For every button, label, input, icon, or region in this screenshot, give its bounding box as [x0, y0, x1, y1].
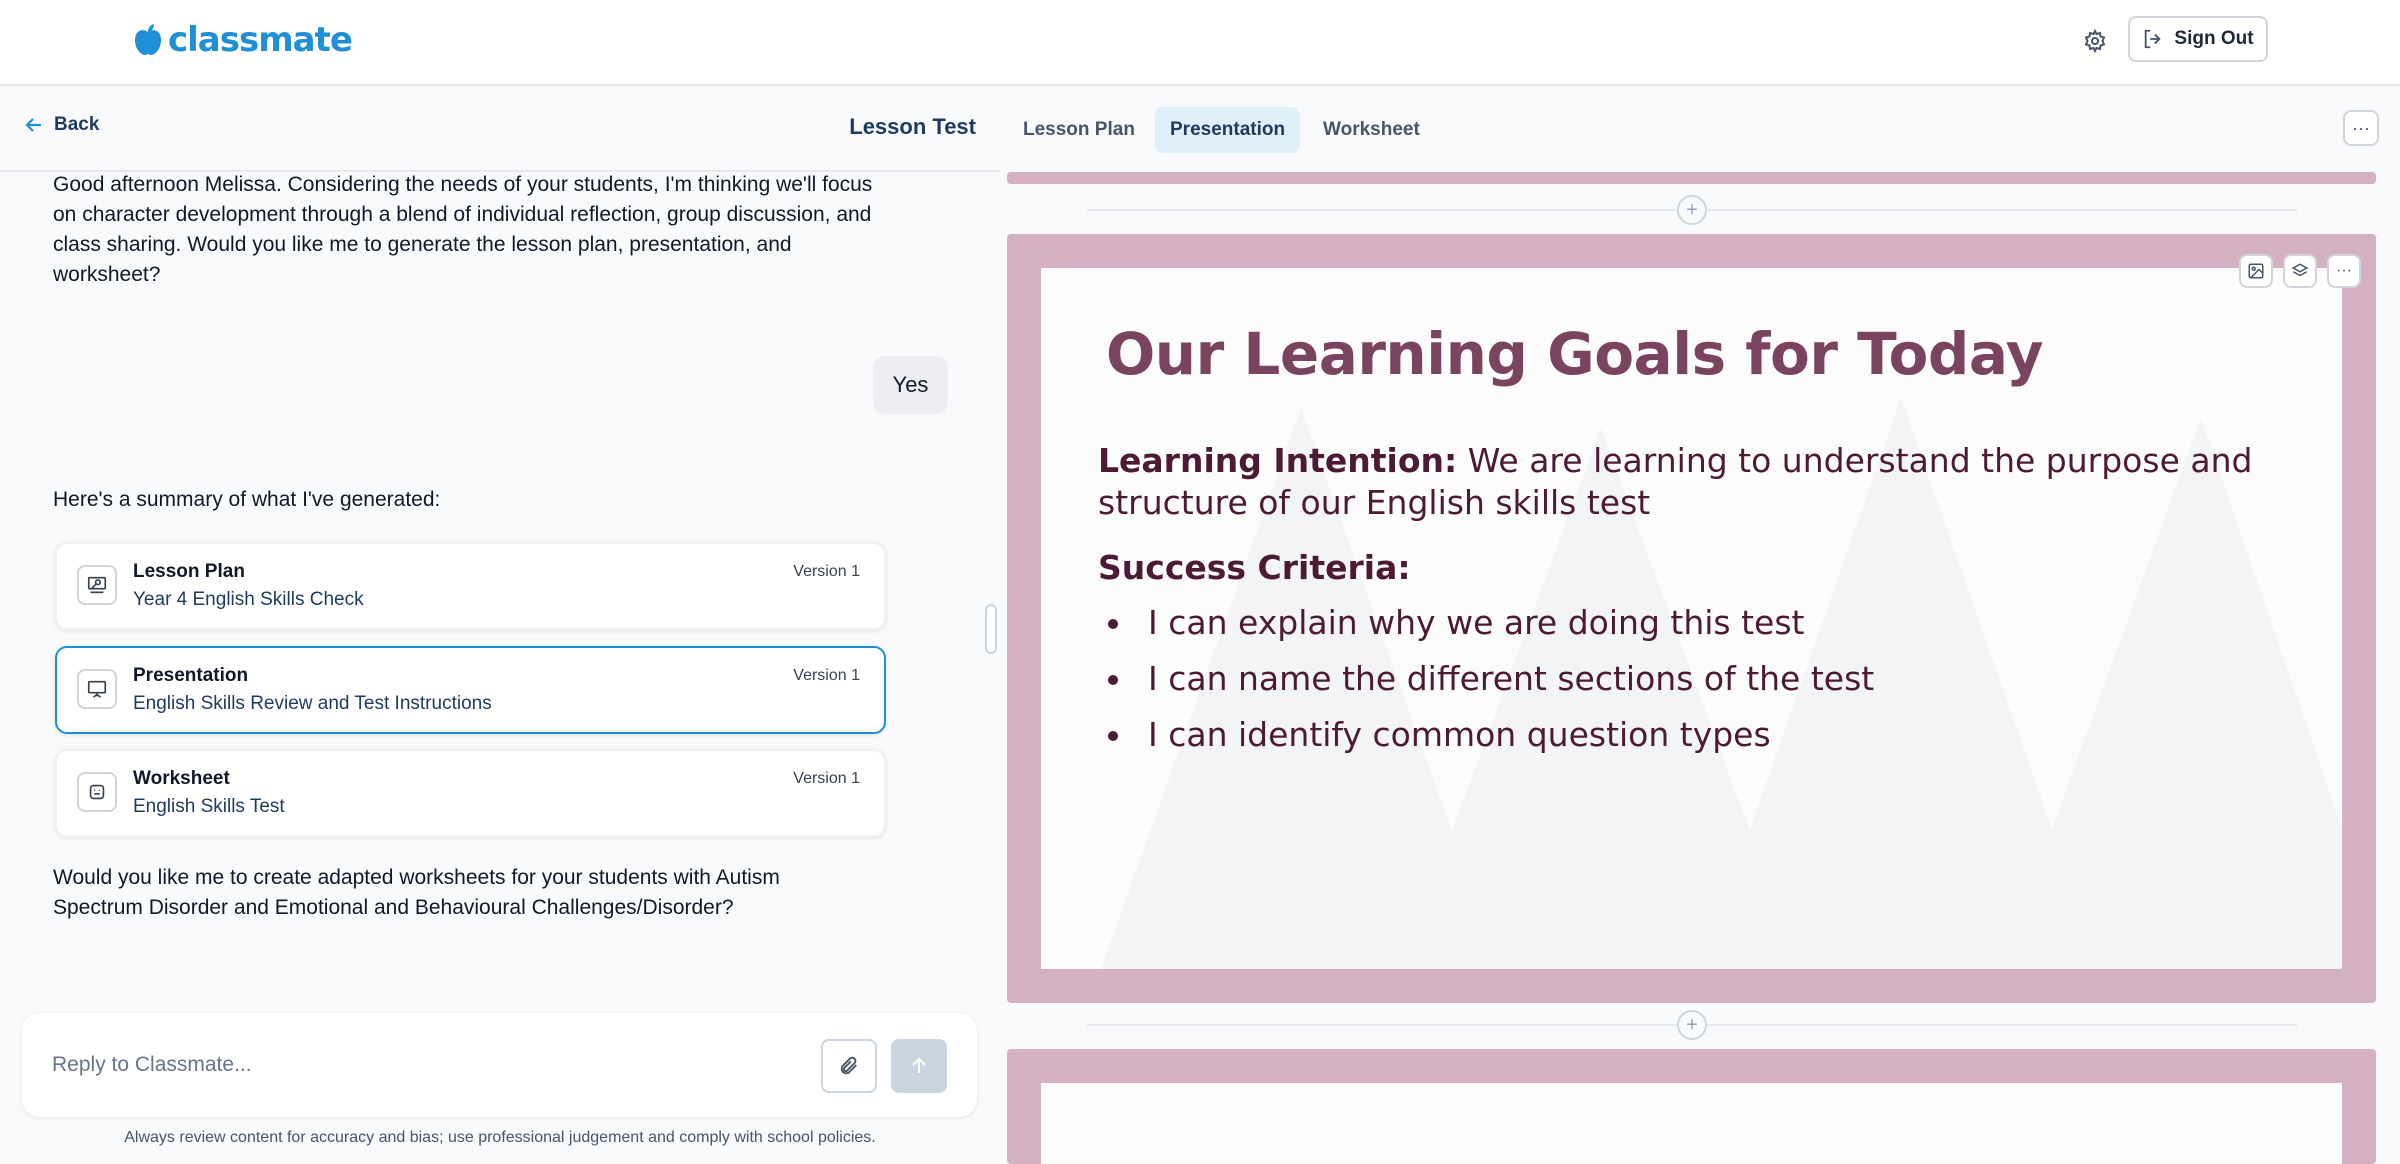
slide-title: Our Learning Goals for Today [1106, 320, 2044, 388]
document-tabs: Lesson Plan Presentation Worksheet ··· [1007, 86, 2400, 172]
assistant-message: Here's a summary of what I've generated: [53, 488, 441, 511]
lesson-plan-icon [77, 565, 117, 605]
sign-out-button[interactable]: Sign Out [2128, 16, 2268, 62]
slide[interactable]: Our Learning Goals for Today Learning In… [1007, 234, 2376, 1003]
success-criteria-list: I can explain why we are doing this test… [1098, 595, 2278, 763]
slide-more-button[interactable]: ··· [2327, 254, 2361, 288]
assistant-message: Good afternoon Melissa. Considering the … [53, 173, 873, 286]
layers-icon [2291, 263, 2309, 277]
card-subtitle: English Skills Test [133, 796, 285, 817]
plus-icon: + [1686, 1013, 1698, 1036]
card-title: Lesson Plan [133, 561, 245, 582]
criteria-item: I can identify common question types [1098, 707, 2278, 763]
reply-input[interactable] [52, 1049, 812, 1081]
worksheet-icon [77, 772, 117, 812]
apple-icon [135, 24, 161, 55]
sign-out-label: Sign Out [2174, 28, 2254, 49]
plus-icon: + [1686, 198, 1698, 221]
paperclip-icon [840, 1056, 857, 1075]
card-subtitle: Year 4 English Skills Check [133, 589, 364, 610]
brand-name: classmate [168, 20, 353, 60]
card-version: Version 1 [793, 563, 860, 580]
slide-canvas [1041, 1083, 2342, 1164]
arrow-left-icon [25, 118, 41, 132]
next-slide[interactable] [1007, 1049, 2376, 1164]
generated-card-worksheet[interactable]: Worksheet English Skills Test Version 1 [55, 749, 886, 837]
card-version: Version 1 [793, 770, 860, 787]
lesson-title: Lesson Test [849, 114, 976, 139]
presentation-icon [77, 669, 117, 709]
chat-header: Back Lesson Test [0, 86, 1000, 172]
tab-lesson-plan[interactable]: Lesson Plan [1008, 107, 1150, 153]
sign-out-icon [2145, 29, 2162, 49]
back-label: Back [54, 114, 100, 135]
add-slide-button[interactable]: + [1677, 1010, 1707, 1040]
more-options-button[interactable]: ··· [2343, 110, 2379, 146]
gear-icon [2084, 29, 2106, 53]
user-message: Yes [873, 356, 948, 414]
layers-button[interactable] [2283, 254, 2317, 288]
generated-card-presentation[interactable]: Presentation English Skills Review and T… [55, 646, 886, 734]
document-panel: Lesson Plan Presentation Worksheet ··· +… [1007, 86, 2400, 1164]
assistant-message: Would you like me to create adapted work… [53, 866, 780, 919]
slide-toolbar: ··· [2239, 254, 2361, 288]
send-button[interactable] [891, 1039, 947, 1093]
image-icon [2248, 263, 2264, 279]
reply-box [22, 1013, 977, 1117]
criteria-item: I can name the different sections of the… [1098, 651, 2278, 707]
card-title: Worksheet [133, 768, 230, 789]
image-edit-button[interactable] [2239, 254, 2273, 288]
chat-panel: Back Lesson Test Good afternoon Melissa.… [0, 86, 1000, 1164]
tab-worksheet[interactable]: Worksheet [1308, 107, 1435, 153]
back-button[interactable]: Back [24, 114, 99, 136]
top-header: classmate Sign Out [0, 0, 2400, 86]
card-subtitle: English Skills Review and Test Instructi… [133, 693, 492, 714]
disclaimer-text: Always review content for accuracy and b… [124, 1129, 876, 1146]
learning-intention-label: Learning Intention: [1098, 441, 1458, 480]
classmate-logo[interactable]: classmate [132, 20, 353, 60]
slide-body: Learning Intention: We are learning to u… [1098, 440, 2278, 763]
add-slide-button[interactable]: + [1677, 195, 1707, 225]
panel-resize-handle[interactable] [985, 604, 997, 654]
card-version: Version 1 [793, 667, 860, 684]
tab-presentation[interactable]: Presentation [1155, 107, 1301, 153]
settings-button[interactable] [2078, 24, 2112, 58]
generated-card-lesson-plan[interactable]: Lesson Plan Year 4 English Skills Check … [55, 542, 886, 630]
attach-button[interactable] [821, 1039, 877, 1093]
ellipsis-icon: ··· [2352, 117, 2370, 138]
arrow-up-icon [912, 1057, 926, 1073]
criteria-item: I can explain why we are doing this test [1098, 595, 2278, 651]
learning-intention: Learning Intention: We are learning to u… [1098, 440, 2278, 524]
success-criteria-heading: Success Criteria: [1098, 548, 1411, 587]
ellipsis-icon: ··· [2336, 262, 2352, 279]
card-title: Presentation [133, 665, 249, 686]
slide-canvas: Our Learning Goals for Today Learning In… [1041, 268, 2342, 969]
previous-slide[interactable] [1007, 172, 2376, 184]
